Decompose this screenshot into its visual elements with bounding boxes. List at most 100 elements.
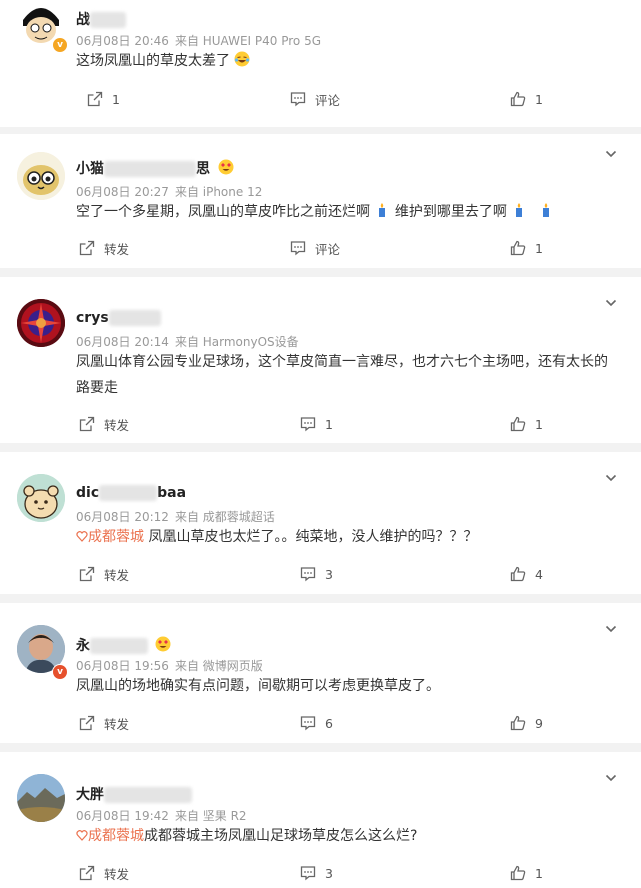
comment-icon [290,92,306,107]
username[interactable]: 战 [76,9,126,29]
comment-icon [300,567,316,582]
action-bar: 转发 6 9 [0,713,641,733]
timestamp[interactable]: 06月08日 19:42 [76,809,169,823]
comment-icon [300,866,316,881]
username[interactable]: dic baa [76,485,186,501]
redacted-name [90,638,148,654]
chevron-down-icon[interactable] [605,297,617,309]
topic-tag[interactable]: 成都蓉城 [76,529,144,545]
heart-eyes-emoji-icon [155,636,171,652]
chevron-down-icon[interactable] [605,148,617,160]
share-label: 1 [112,91,120,107]
comment-body-cont: 维护到哪里去了啊 [394,204,507,220]
like-button[interactable]: 1 [510,414,543,434]
share-button[interactable]: 转发 [79,238,129,258]
topic-tag[interactable]: 成都蓉城 [76,828,144,844]
share-label: 转发 [104,567,130,583]
post-meta: 06月08日 20:12 来自 成都蓉城超话 [76,508,275,525]
like-button[interactable]: 1 [510,89,543,109]
source[interactable]: 来自 成都蓉城超话 [175,510,275,524]
comment-label: 评论 [315,241,341,257]
username-text[interactable]: crys [76,310,109,326]
candle-emoji-icon [542,203,549,217]
share-button[interactable]: 转发 [79,713,129,733]
comment-text: 凤凰山的场地确实有点问题，间歇期可以考虑更换草皮了。 [76,673,616,699]
action-bar: 转发 3 1 [0,863,641,883]
username-text[interactable]: dic [76,485,99,501]
share-label: 转发 [104,241,130,257]
source: 来自 微博网页版 [174,659,263,673]
redacted-name [104,161,196,177]
thumbs-up-icon [510,416,526,432]
like-button[interactable]: 9 [510,713,543,733]
comment-button[interactable]: 3 [300,863,333,883]
avatar[interactable] [17,774,65,822]
thumbs-up-icon [510,91,526,107]
like-count: 9 [535,715,543,731]
post-meta: 06月08日 19:42 来自 坚果 R2 [76,807,247,824]
chevron-down-icon[interactable] [605,772,617,784]
topic-tag-label[interactable]: 成都蓉城 [88,529,144,545]
avatar[interactable] [17,152,65,200]
comment-button[interactable]: 3 [300,564,333,584]
avatar[interactable] [17,474,65,522]
source: 来自 HUAWEI P40 Pro 5G [174,34,322,48]
heart-eyes-emoji-icon [218,159,234,175]
timestamp[interactable]: 06月08日 19:56 [76,659,169,673]
thumbs-up-icon [510,865,526,881]
comment-button[interactable]: 评论 [290,238,340,258]
chevron-down-icon[interactable] [605,472,617,484]
candle-emoji-icon [516,203,523,217]
thumbs-up-icon [510,240,526,256]
share-button[interactable]: 转发 [79,863,129,883]
username[interactable]: 永 [76,635,171,655]
timestamp[interactable]: 06月08日 20:27 [76,185,169,199]
username-text[interactable]: 大胖 [76,787,104,803]
avatar[interactable] [17,299,65,347]
timestamp[interactable]: 06月08日 20:46 [76,34,169,48]
thumbs-up-icon [510,715,526,731]
comment-button[interactable]: 6 [300,713,333,733]
like-count: 1 [535,865,543,881]
username-text-end[interactable]: baa [157,485,186,501]
comment-count: 3 [325,865,333,881]
share-icon [79,566,95,582]
username[interactable]: 小猫 思 [76,158,234,178]
timestamp[interactable]: 06月08日 20:14 [76,335,169,349]
supertopic-icon [76,531,88,542]
action-bar: 转发 1 1 [0,414,641,434]
share-icon [87,91,103,107]
comment-card: v 永 06月08日 19:56 来自 微博网页版 凤凰山的场地确实有点问题，间歇… [0,603,641,743]
username[interactable]: 大胖 [76,784,192,804]
username-text-end[interactable]: 思 [196,161,210,177]
username-text[interactable]: 小猫 [76,161,104,177]
comment-card: 小猫 思 06月08日 20:27 来自 iPhone 12 空了一个多星期，凤凰山… [0,134,641,268]
username-text[interactable]: 永 [76,638,90,654]
comment-button[interactable]: 1 [300,414,333,434]
comment-text: 成都蓉城成都蓉城主场凤凰山足球场草皮怎么这么烂? [76,823,616,849]
comment-body: 凤凰山草皮也太烂了。。纯菜地，没人维护的吗？？？ [148,529,478,545]
comment-icon [300,716,316,731]
share-icon [79,865,95,881]
share-button[interactable]: 转发 [79,564,129,584]
like-button[interactable]: 4 [510,564,543,584]
post-meta: 06月08日 20:14 来自 HarmonyOS设备 [76,333,299,350]
chevron-down-icon[interactable] [605,623,617,635]
like-button[interactable]: 1 [510,238,543,258]
share-button[interactable]: 1 [87,89,120,109]
share-label: 转发 [104,417,130,433]
candle-emoji-icon [379,203,386,217]
action-bar: 1 评论 1 [0,89,641,109]
like-button[interactable]: 1 [510,863,543,883]
username-text[interactable]: 战 [76,12,90,28]
like-count: 1 [535,91,543,107]
share-button[interactable]: 转发 [79,414,129,434]
topic-tag-label[interactable]: 成都蓉城 [88,828,144,844]
comment-count: 3 [325,566,333,582]
timestamp[interactable]: 06月08日 20:12 [76,510,169,524]
redacted-name [99,485,158,501]
comment-text: 这场凤凰山的草皮太差了 [76,48,616,74]
comment-body: 这场凤凰山的草皮太差了 [76,53,230,69]
comment-button[interactable]: 评论 [290,89,340,109]
username[interactable]: crys [76,310,161,326]
